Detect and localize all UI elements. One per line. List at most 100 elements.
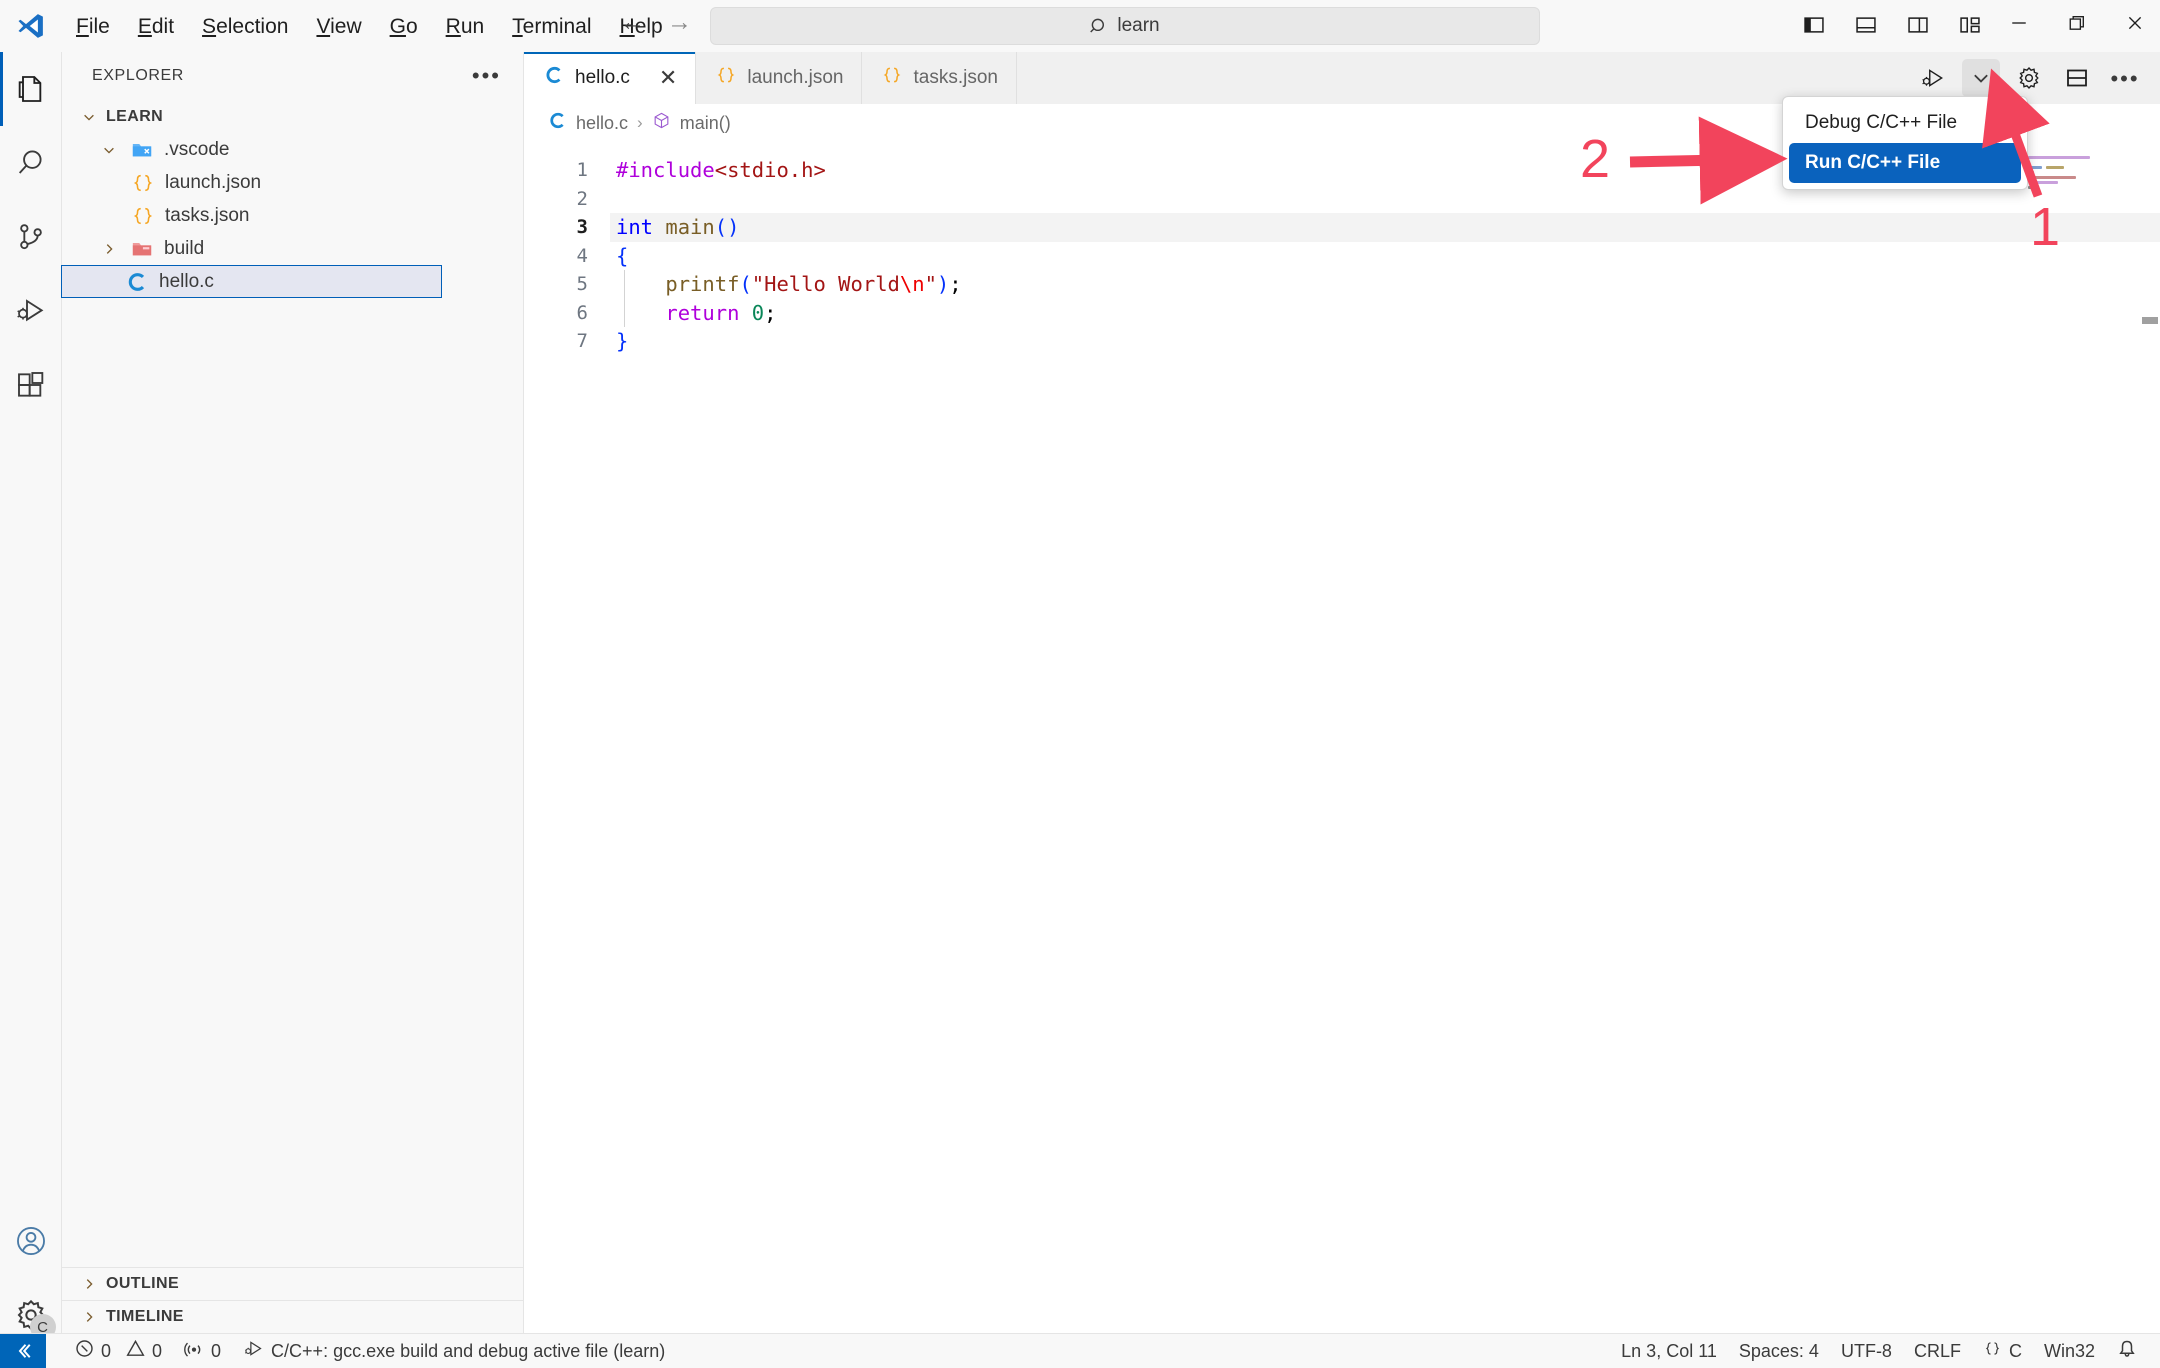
ports-icon bbox=[184, 1339, 204, 1364]
code-line: 3 int main() bbox=[524, 213, 2160, 242]
close-icon[interactable]: ✕ bbox=[659, 67, 677, 89]
menu-item-run-c-cpp-file[interactable]: Run C/C++ File bbox=[1789, 143, 2021, 183]
sidebar-item-run-and-debug[interactable] bbox=[0, 274, 62, 348]
chevron-right-icon bbox=[98, 242, 120, 256]
gear-icon[interactable] bbox=[2010, 59, 2048, 97]
json-icon bbox=[1983, 1339, 2002, 1363]
forward-arrow-icon[interactable]: → bbox=[667, 10, 692, 35]
platform-label: Win32 bbox=[2043, 1340, 2095, 1361]
sidebar-title-label: EXPLORER bbox=[92, 67, 184, 84]
c-file-icon bbox=[548, 111, 567, 135]
vscode-folder-icon bbox=[129, 139, 155, 161]
close-button[interactable] bbox=[2106, 0, 2160, 46]
tree-item-label: launch.json bbox=[165, 171, 262, 193]
section-outline[interactable]: OUTLINE bbox=[62, 1267, 524, 1300]
indent-guide bbox=[624, 270, 625, 299]
status-indentation[interactable]: Spaces: 4 bbox=[1728, 1334, 1830, 1368]
breadcrumb-separator-icon: › bbox=[637, 113, 643, 132]
tree-item-label: tasks.json bbox=[165, 204, 250, 226]
window-controls bbox=[1990, 0, 2160, 46]
tab-label: tasks.json bbox=[913, 67, 998, 88]
encoding-label: UTF-8 bbox=[1840, 1340, 1892, 1361]
tree-item-label: .vscode bbox=[164, 138, 230, 160]
status-cursor-position[interactable]: Ln 3, Col 11 bbox=[1610, 1334, 1728, 1368]
status-encoding[interactable]: UTF-8 bbox=[1830, 1334, 1903, 1368]
more-actions-icon[interactable]: ••• bbox=[2106, 59, 2144, 97]
status-notifications[interactable] bbox=[2106, 1334, 2148, 1368]
back-arrow-icon[interactable]: ← bbox=[620, 10, 645, 35]
sidebar-item-search[interactable] bbox=[0, 126, 62, 200]
tab-label: launch.json bbox=[747, 67, 844, 88]
sidebar-item-extensions[interactable] bbox=[0, 348, 62, 422]
minimap[interactable] bbox=[2026, 154, 2138, 1254]
tab-hello-c[interactable]: hello.c ✕ bbox=[524, 52, 697, 104]
run-or-debug-icon[interactable] bbox=[1914, 59, 1952, 97]
language-mode-label: C bbox=[2008, 1340, 2022, 1361]
error-count: 0 bbox=[101, 1340, 112, 1361]
line-number: 1 bbox=[576, 159, 588, 181]
menu-go[interactable]: Go bbox=[376, 11, 432, 42]
tree-item-hello-c[interactable]: hello.c bbox=[61, 265, 442, 298]
minimize-button[interactable] bbox=[1990, 0, 2048, 46]
ports-count: 0 bbox=[211, 1340, 222, 1361]
status-eol[interactable]: CRLF bbox=[1903, 1334, 1972, 1368]
json-icon bbox=[882, 65, 902, 91]
status-language-mode[interactable]: C bbox=[1972, 1334, 2033, 1368]
tab-launch-json[interactable]: launch.json bbox=[696, 52, 863, 104]
search-icon bbox=[1090, 17, 1109, 36]
menu-item-debug-c-cpp-file[interactable]: Debug C/C++ File bbox=[1789, 103, 2021, 143]
menu-view[interactable]: View bbox=[302, 11, 375, 42]
toggle-secondary-sidebar-icon[interactable] bbox=[1899, 6, 1937, 44]
code-editor[interactable]: 1 #include<stdio.h> 2 3 int main() 4 {5… bbox=[524, 142, 2160, 1333]
status-problems[interactable]: 0 0 bbox=[64, 1334, 173, 1368]
editor-scrollbar[interactable] bbox=[2142, 317, 2158, 324]
menu-edit[interactable]: Edit bbox=[124, 11, 188, 42]
sidebar-item-source-control[interactable] bbox=[0, 200, 62, 274]
status-debug-task[interactable]: C/C++: gcc.exe build and debug active fi… bbox=[232, 1334, 676, 1368]
status-platform[interactable]: Win32 bbox=[2033, 1334, 2106, 1368]
menu-selection[interactable]: Selection bbox=[188, 11, 302, 42]
menu-file[interactable]: File bbox=[62, 11, 124, 42]
menu-run[interactable]: Run bbox=[432, 11, 499, 42]
line-number: 4 bbox=[576, 244, 588, 267]
accounts-icon[interactable] bbox=[0, 1204, 62, 1278]
run-options-dropdown: Debug C/C++ File Run C/C++ File bbox=[1782, 96, 2028, 190]
breadcrumb-item-file[interactable]: hello.c bbox=[576, 113, 628, 134]
sidebar-item-explorer[interactable] bbox=[0, 52, 62, 126]
json-icon bbox=[130, 172, 156, 194]
code-line: 6 return 0; bbox=[524, 298, 2160, 327]
c-file-icon bbox=[124, 271, 150, 293]
tree-item-build-folder[interactable]: build bbox=[62, 232, 523, 265]
breadcrumb-item-symbol[interactable]: main() bbox=[680, 113, 731, 134]
sidebar-header: EXPLORER ••• bbox=[62, 52, 523, 100]
tree-item-tasks-json[interactable]: tasks.json bbox=[62, 199, 523, 232]
search-input[interactable]: learn bbox=[710, 7, 1540, 45]
workspace-root-label: LEARN bbox=[106, 107, 164, 125]
chevron-down-icon[interactable] bbox=[1962, 59, 2000, 97]
code-line: 5 printf("Hello World\n"); bbox=[524, 270, 2160, 299]
toggle-panel-icon[interactable] bbox=[1847, 6, 1885, 44]
toggle-primary-sidebar-icon[interactable] bbox=[1795, 6, 1833, 44]
editor-group: hello.c ✕ launch.json tasks.json ••• hel… bbox=[524, 52, 2160, 1333]
restore-button[interactable] bbox=[2048, 0, 2106, 46]
status-bar-right: Ln 3, Col 11 Spaces: 4 UTF-8 CRLF C Win3… bbox=[1610, 1334, 2160, 1368]
workspace-root-row[interactable]: LEARN bbox=[62, 100, 523, 133]
tab-tasks-json[interactable]: tasks.json bbox=[862, 52, 1017, 104]
tree-item-vscode-folder[interactable]: .vscode bbox=[62, 133, 523, 166]
explorer-sidebar: EXPLORER ••• LEARN .vscode launch.json t… bbox=[61, 52, 524, 1333]
customize-layout-icon[interactable] bbox=[1951, 6, 1989, 44]
navigation-arrows: ← → bbox=[620, 10, 692, 35]
code-line: 4 { bbox=[524, 242, 2160, 271]
error-icon bbox=[75, 1339, 94, 1363]
menu-terminal[interactable]: Terminal bbox=[498, 11, 605, 42]
section-timeline[interactable]: TIMELINE bbox=[62, 1300, 524, 1333]
tree-item-launch-json[interactable]: launch.json bbox=[62, 166, 523, 199]
line-number: 5 bbox=[576, 273, 588, 295]
symbol-method-icon bbox=[652, 111, 671, 135]
split-editor-icon[interactable] bbox=[2058, 59, 2096, 97]
sidebar-more-actions-icon[interactable]: ••• bbox=[472, 65, 501, 87]
tree-item-label: build bbox=[164, 237, 205, 259]
status-ports[interactable]: 0 bbox=[173, 1334, 232, 1368]
remote-window-icon[interactable] bbox=[0, 1333, 46, 1368]
section-label: OUTLINE bbox=[106, 1275, 180, 1292]
